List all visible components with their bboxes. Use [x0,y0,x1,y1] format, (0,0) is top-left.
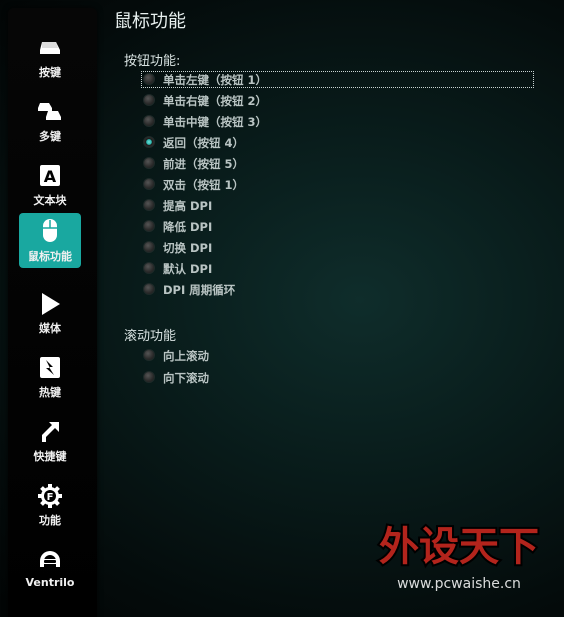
radio-option-label: 切换 DPI [163,241,213,255]
text-block-icon: A [40,165,60,186]
sidebar-item-shortcut[interactable]: 快捷键 [19,413,81,467]
radio-option-label: 单击右键（按钮 2） [163,94,268,108]
radio-button[interactable] [143,178,155,190]
sidebar-item-media[interactable]: 媒体 [19,285,81,339]
radio-option-label: 向上滚动 [163,349,209,363]
sidebar-item-label: 快捷键 [33,450,67,463]
sidebar-item-label: 媒体 [39,322,61,335]
page-title: 鼠标功能 [114,11,186,32]
radio-button[interactable] [143,115,155,127]
scroll-function-heading: 滚动功能 [124,329,177,344]
radio-option-label: 前进（按钮 5） [163,157,245,171]
radio-button[interactable] [143,241,155,253]
sidebar: 按键 多键 A 文本块 鼠标功能 媒体 热键 快捷键 F 功能 Ventrilo [8,8,97,617]
sidebar-item-label: 热键 [39,386,61,399]
radio-button[interactable] [143,349,155,361]
radio-option-label: 单击中键（按钮 3） [163,115,268,129]
svg-text:F: F [47,492,54,503]
watermark-url: www.pcwaishe.cn [397,576,521,592]
hotkey-icon [40,357,60,378]
sidebar-item-hotkey[interactable]: 热键 [19,349,81,403]
radio-option-label: 单击左键（按钮 1） [163,73,268,87]
headset-icon [40,551,60,567]
radio-button[interactable] [143,199,155,211]
sidebar-item-function[interactable]: F 功能 [19,477,81,531]
play-icon [42,293,60,315]
sidebar-item-label: 按键 [39,66,61,79]
radio-button[interactable] [143,283,155,295]
sidebar-item-multikey[interactable]: 多键 [19,93,81,147]
radio-button[interactable] [143,136,155,148]
radio-button[interactable] [143,371,155,383]
watermark-text: 外设天下 [379,524,539,570]
shortcut-arrow-icon [42,422,59,442]
radio-button[interactable] [143,157,155,169]
sidebar-item-keystroke[interactable]: 按键 [19,29,81,83]
sidebar-item-label: 文本块 [33,194,67,207]
sidebar-item-label: 鼠标功能 [28,250,72,263]
radio-option-label: 返回（按钮 4） [163,136,245,150]
sidebar-item-text-block[interactable]: A 文本块 [19,157,81,211]
button-function-heading: 按钮功能: [124,54,181,69]
mouse-icon [43,219,57,242]
radio-button[interactable] [143,220,155,232]
radio-option-label: DPI 周期循环 [163,283,236,297]
key-icon [40,42,60,54]
svg-text:A: A [44,167,57,186]
sidebar-item-label: Ventrilo [25,576,75,589]
radio-button[interactable] [143,262,155,274]
watermark-logo: 外设天下 www.pcwaishe.cn [377,522,541,592]
radio-option-label: 默认 DPI [163,262,213,276]
function-gear-icon: F [38,484,62,508]
sidebar-item-mouse-function[interactable]: 鼠标功能 [19,213,81,268]
radio-button[interactable] [143,94,155,106]
radio-option-left-click[interactable]: 单击左键（按钮 1） [141,71,534,88]
sidebar-item-ventrilo[interactable]: Ventrilo [19,541,81,595]
multi-key-icon [38,103,61,120]
radio-option-label: 双击（按钮 1） [163,178,245,192]
radio-button[interactable] [143,73,155,85]
mouse-function-window: 按键 多键 A 文本块 鼠标功能 媒体 热键 快捷键 F 功能 Ventrilo… [0,0,564,617]
radio-option-label: 向下滚动 [163,371,209,385]
sidebar-item-label: 多键 [39,130,61,143]
sidebar-item-label: 功能 [39,514,61,527]
radio-option-label: 提高 DPI [163,199,213,213]
radio-option-label: 降低 DPI [163,220,213,234]
